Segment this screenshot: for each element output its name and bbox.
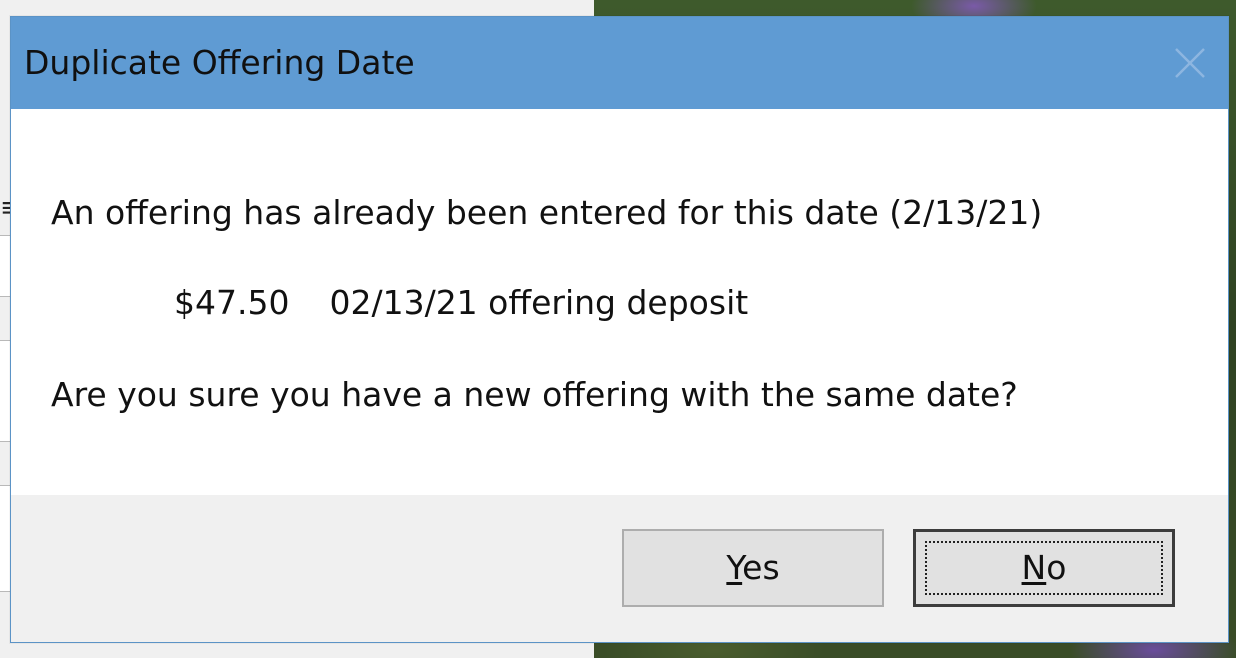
close-icon <box>1175 48 1205 78</box>
offering-amount: $47.50 <box>174 283 290 322</box>
offering-detail: $47.50 02/13/21 offering deposit <box>174 283 748 322</box>
yes-label-rest: es <box>742 548 780 587</box>
message-line-1: An offering has already been entered for… <box>51 193 1043 232</box>
dialog-title: Duplicate Offering Date <box>24 43 415 82</box>
close-button[interactable] <box>1160 33 1220 93</box>
yes-button[interactable]: Yes <box>622 529 884 607</box>
offering-description: 02/13/21 offering deposit <box>329 283 749 322</box>
no-button[interactable]: No <box>913 529 1175 607</box>
dialog-button-bar: Yes No <box>11 495 1228 642</box>
duplicate-offering-dialog: Duplicate Offering Date An offering has … <box>10 16 1229 643</box>
screen: ≡ Duplicate Offering Date An offering ha… <box>0 0 1236 658</box>
message-line-3: Are you sure you have a new offering wit… <box>51 375 1018 414</box>
dialog-titlebar[interactable]: Duplicate Offering Date <box>11 17 1228 109</box>
yes-mnemonic: Y <box>726 548 743 587</box>
dialog-message-area: An offering has already been entered for… <box>11 109 1228 495</box>
focus-indicator <box>925 541 1163 595</box>
